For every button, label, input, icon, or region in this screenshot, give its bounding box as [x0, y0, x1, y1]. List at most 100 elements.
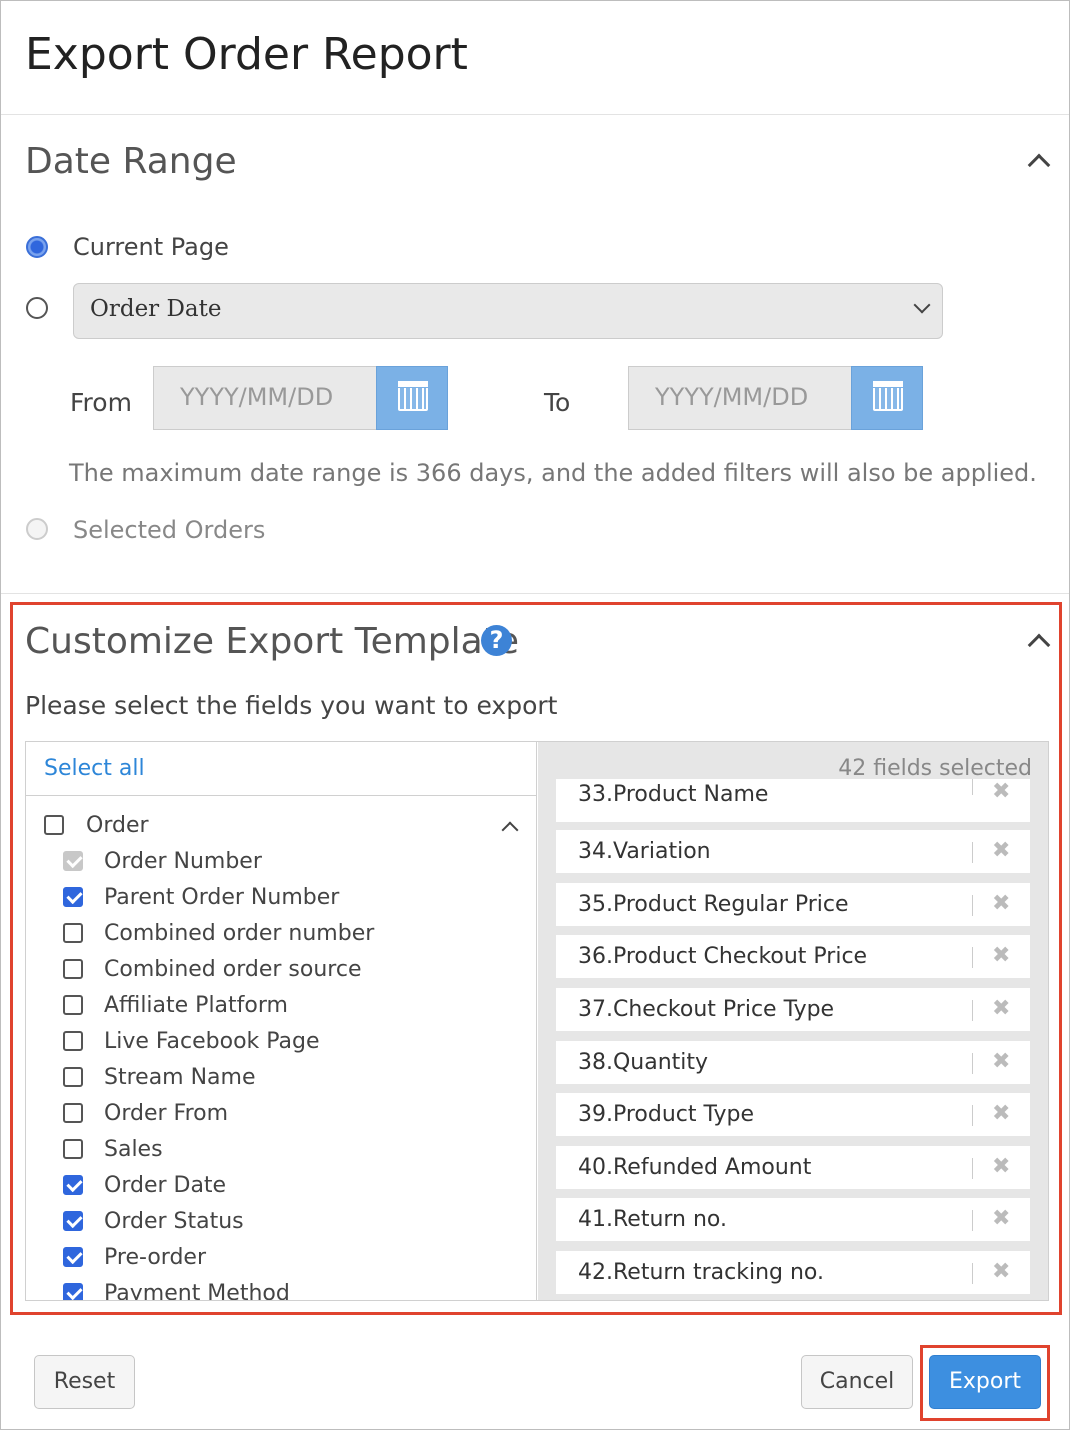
- selected-field-item[interactable]: 34.Variation ✖: [556, 830, 1030, 873]
- separator: [972, 1158, 973, 1179]
- remove-field-icon[interactable]: ✖: [992, 779, 1010, 804]
- field-checkbox[interactable]: [63, 995, 83, 1015]
- remove-field-icon[interactable]: ✖: [992, 838, 1010, 863]
- remove-field-icon[interactable]: ✖: [992, 1259, 1010, 1284]
- selected-field-label: 35.Product Regular Price: [578, 892, 849, 917]
- selected-field-label: 33.Product Name: [578, 782, 769, 807]
- field-label: Order Status: [104, 1209, 244, 1234]
- remove-field-icon[interactable]: ✖: [992, 1206, 1010, 1231]
- cancel-button[interactable]: Cancel: [801, 1355, 913, 1409]
- from-calendar-button[interactable]: [376, 366, 448, 430]
- remove-field-icon[interactable]: ✖: [992, 1101, 1010, 1126]
- from-date-input[interactable]: YYYY/MM/DD: [153, 366, 377, 430]
- calendar-icon: [873, 381, 903, 411]
- calendar-icon: [398, 381, 428, 411]
- selected-field-label: 36.Product Checkout Price: [578, 944, 868, 969]
- collapse-date-range-chevron-up-icon[interactable]: [1027, 153, 1051, 177]
- selected-field-label: 39.Product Type: [578, 1102, 755, 1127]
- field-label: Payment Method: [104, 1281, 290, 1301]
- field-label: Combined order source: [104, 957, 362, 982]
- export-button[interactable]: Export: [929, 1355, 1041, 1409]
- reset-button[interactable]: Reset: [34, 1355, 135, 1409]
- field-label: Affiliate Platform: [104, 993, 288, 1018]
- selected-field-label: 37.Checkout Price Type: [578, 997, 835, 1022]
- field-label: Parent Order Number: [104, 885, 340, 910]
- field-label: Combined order number: [104, 921, 375, 946]
- template-title: Customize Export Template: [25, 621, 519, 662]
- selected-count: 42 fields selected: [838, 756, 1032, 781]
- selected-field-item[interactable]: 39.Product Type ✖: [556, 1093, 1030, 1136]
- export-order-report-dialog: Export Order Report Date Range Current P…: [0, 0, 1070, 1430]
- question-circle-icon[interactable]: ?: [481, 625, 512, 656]
- selected-field-item[interactable]: 36.Product Checkout Price ✖: [556, 935, 1030, 978]
- selected-orders-radio[interactable]: [26, 518, 48, 540]
- selected-fields-panel[interactable]: 42 fields selected 33.Product Name ✖ 34.…: [538, 742, 1048, 1300]
- order-group-chevron-up-icon[interactable]: [501, 821, 519, 839]
- selected-field-item[interactable]: 40.Refunded Amount ✖: [556, 1146, 1030, 1189]
- selected-field-item[interactable]: 41.Return no. ✖: [556, 1198, 1030, 1241]
- separator: [972, 779, 973, 795]
- field-checkbox[interactable]: [63, 1139, 83, 1159]
- selected-field-label: 40.Refunded Amount: [578, 1155, 812, 1180]
- remove-field-icon[interactable]: ✖: [992, 996, 1010, 1021]
- field-label: Pre-order: [104, 1245, 206, 1270]
- selected-field-item[interactable]: 42.Return tracking no. ✖: [556, 1251, 1030, 1294]
- remove-field-icon[interactable]: ✖: [992, 891, 1010, 916]
- selected-field-item[interactable]: 37.Checkout Price Type ✖: [556, 988, 1030, 1031]
- selected-field-label: 34.Variation: [578, 839, 711, 864]
- remove-field-icon[interactable]: ✖: [992, 1049, 1010, 1074]
- field-checkbox[interactable]: [63, 1175, 83, 1195]
- separator: [972, 842, 973, 863]
- current-page-radio[interactable]: [26, 236, 48, 258]
- to-date-input[interactable]: YYYY/MM/DD: [628, 366, 852, 430]
- field-checkbox[interactable]: [63, 887, 83, 907]
- date-range-hint: The maximum date range is 366 days, and …: [69, 459, 1037, 487]
- separator: [972, 947, 973, 968]
- date-type-select[interactable]: Order Date: [73, 283, 943, 339]
- to-calendar-button[interactable]: [851, 366, 923, 430]
- divider: [26, 795, 536, 796]
- separator: [972, 1210, 973, 1231]
- section-divider: [1, 593, 1069, 594]
- field-label: Stream Name: [104, 1065, 256, 1090]
- to-label: To: [544, 388, 571, 417]
- field-picker: Select all Order Order Number Parent Ord…: [25, 741, 1049, 1301]
- field-checkbox[interactable]: [63, 1211, 83, 1231]
- current-page-label: Current Page: [73, 233, 229, 261]
- selected-field-label: 41.Return no.: [578, 1207, 727, 1232]
- field-label: Order Date: [104, 1173, 227, 1198]
- dialog-footer: Reset Cancel Export: [1, 1321, 1069, 1429]
- date-filter-radio[interactable]: [26, 297, 48, 319]
- selected-orders-label: Selected Orders: [73, 516, 266, 544]
- chevron-down-icon: [913, 296, 931, 314]
- dialog-header: Export Order Report: [1, 1, 1069, 115]
- field-checkbox[interactable]: [63, 959, 83, 979]
- selected-field-item[interactable]: 33.Product Name ✖: [556, 779, 1030, 822]
- separator: [972, 1105, 973, 1126]
- separator: [972, 1000, 973, 1021]
- selected-field-item[interactable]: 35.Product Regular Price ✖: [556, 883, 1030, 926]
- field-checkbox[interactable]: [63, 1103, 83, 1123]
- dialog-title: Export Order Report: [25, 29, 468, 80]
- order-group-checkbox[interactable]: [44, 815, 64, 835]
- field-checkbox[interactable]: [63, 1031, 83, 1051]
- field-checkbox[interactable]: [63, 923, 83, 943]
- field-checkbox[interactable]: [63, 1067, 83, 1087]
- template-instruction: Please select the fields you want to exp…: [25, 691, 558, 720]
- order-group-label: Order: [86, 813, 149, 838]
- remove-field-icon[interactable]: ✖: [992, 943, 1010, 968]
- remove-field-icon[interactable]: ✖: [992, 1154, 1010, 1179]
- from-label: From: [70, 388, 132, 417]
- date-range-title: Date Range: [25, 141, 237, 182]
- selected-field-item[interactable]: 38.Quantity ✖: [556, 1041, 1030, 1084]
- separator: [972, 895, 973, 916]
- field-checkbox[interactable]: [63, 1283, 83, 1300]
- field-checkbox: [63, 851, 83, 871]
- field-label: Live Facebook Page: [104, 1029, 320, 1054]
- select-all-link[interactable]: Select all: [44, 756, 145, 781]
- selected-field-label: 42.Return tracking no.: [578, 1260, 824, 1285]
- field-label: Order From: [104, 1101, 229, 1126]
- field-label: Sales: [104, 1137, 163, 1162]
- available-fields-panel[interactable]: Select all Order Order Number Parent Ord…: [26, 742, 537, 1301]
- field-checkbox[interactable]: [63, 1247, 83, 1267]
